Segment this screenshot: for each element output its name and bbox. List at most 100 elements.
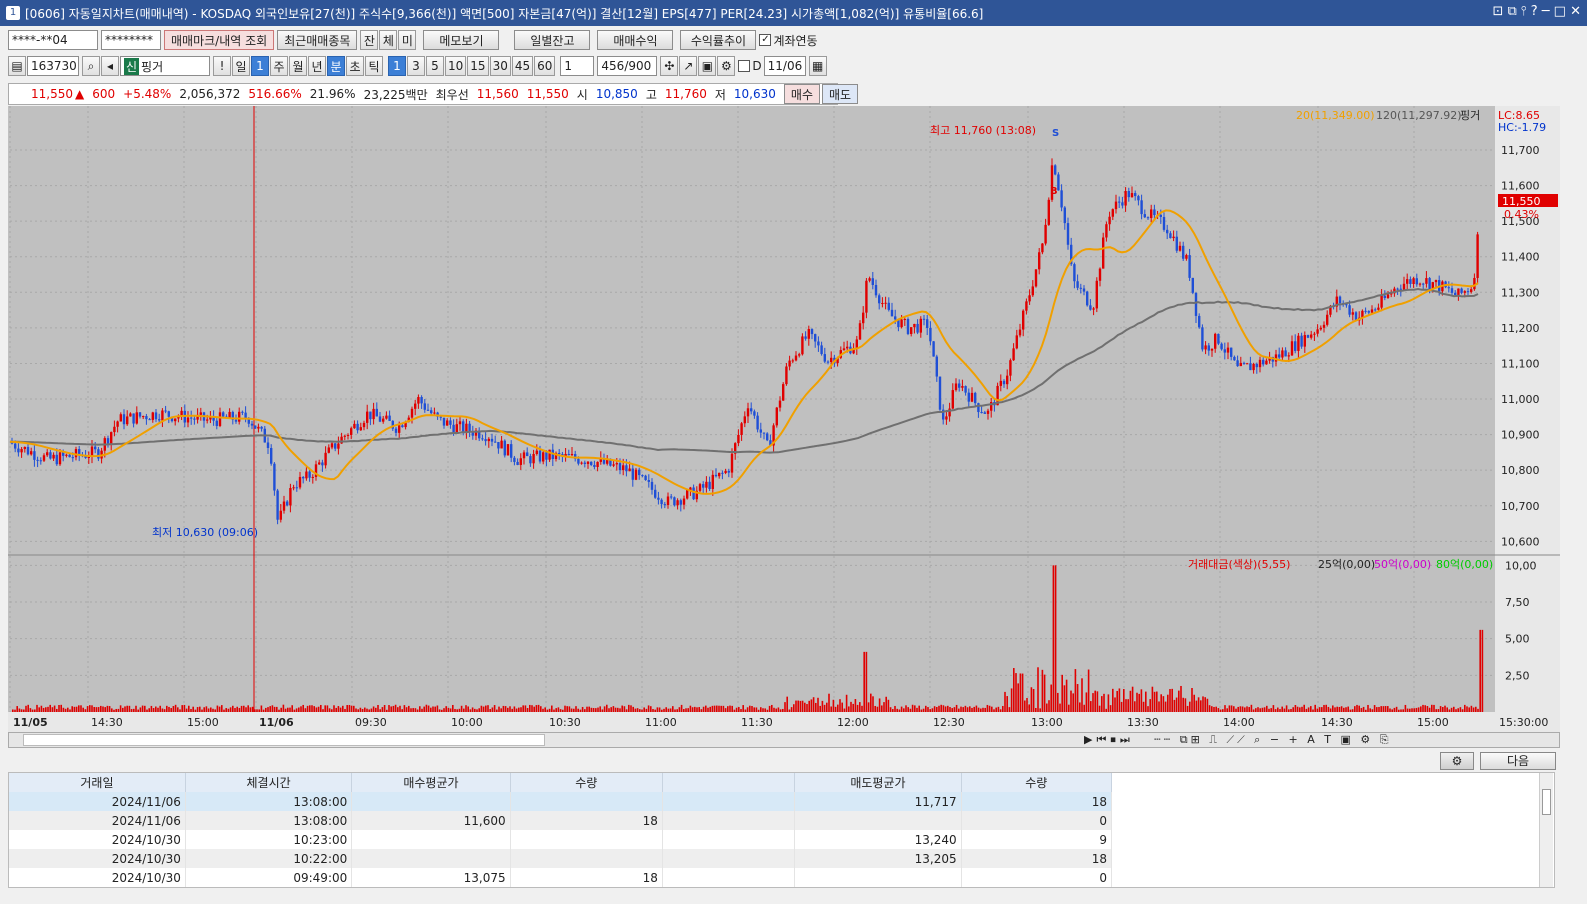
period-tick[interactable]: 틱 — [365, 56, 383, 76]
gear-icon[interactable]: ⚙ — [717, 56, 736, 76]
interval-45[interactable]: 45 — [511, 56, 534, 76]
volume-bar — [1180, 685, 1182, 712]
search-icon[interactable]: ⌕ — [82, 56, 100, 76]
password-input[interactable]: ******** — [101, 30, 161, 50]
column-header[interactable] — [662, 773, 796, 792]
alert-icon[interactable]: ! — [213, 56, 231, 76]
volume-bar — [896, 708, 898, 712]
tab-balance[interactable]: 잔 — [360, 30, 379, 50]
column-header[interactable]: 수량 — [961, 773, 1113, 792]
period-second[interactable]: 초 — [346, 56, 364, 76]
candle-body — [1262, 359, 1265, 365]
account-select[interactable]: ****-**04 — [8, 30, 98, 50]
candle-body — [174, 418, 177, 422]
volume-bar — [412, 708, 414, 712]
custom-interval-input[interactable]: 1 — [560, 56, 595, 76]
volume-bar — [185, 708, 188, 712]
memo-button[interactable]: 메모보기 — [423, 30, 500, 50]
buy-button[interactable]: 매수 — [783, 84, 820, 104]
column-header[interactable]: 매수평균가 — [351, 773, 511, 792]
column-header[interactable]: 매도평균가 — [794, 773, 962, 792]
calendar-icon[interactable]: ▦ — [808, 56, 827, 76]
volume-bar — [993, 709, 995, 712]
volume-bar — [775, 708, 777, 712]
playback-controls-icon[interactable]: ▶⏮⏹⏭ — [1084, 733, 1134, 747]
candle-body — [334, 443, 337, 449]
candle-body — [890, 309, 894, 317]
trade-mark-query-button[interactable]: 매매마크/내역 조회 — [164, 30, 275, 50]
column-header[interactable]: 체결시간 — [185, 773, 353, 792]
interval-60[interactable]: 60 — [534, 56, 556, 76]
table-row[interactable]: 2024/10/30 09:49:00 13,075 18 0 — [9, 868, 1113, 887]
sell-button[interactable]: 매도 — [822, 84, 859, 104]
volume-bar — [1250, 704, 1253, 712]
interval-3[interactable]: 3 — [407, 56, 425, 76]
account-link-checkbox[interactable]: ✓ 계좌연동 — [759, 32, 818, 49]
interval-15[interactable]: 15 — [467, 56, 489, 76]
scroll-thumb[interactable] — [23, 734, 545, 746]
table-row[interactable]: 2024/11/06 13:08:00 11,717 18 — [9, 792, 1113, 811]
column-header[interactable]: 거래일 — [9, 773, 186, 792]
volume-bar — [691, 707, 694, 712]
save-icon[interactable]: ▣ — [698, 56, 717, 76]
bar-count-field[interactable]: 456/900 — [597, 56, 658, 76]
candle-body — [577, 458, 580, 464]
period-week[interactable]: 주 — [270, 56, 288, 76]
tab-unexecuted[interactable]: 미 — [398, 30, 417, 50]
recent-trades-button[interactable]: 최근매매종목 — [277, 30, 358, 50]
period-month[interactable]: 월 — [289, 56, 307, 76]
next-button[interactable]: 다음 — [1480, 752, 1556, 770]
settings-gear-icon[interactable]: ⚙ — [1440, 752, 1474, 770]
stock-code-input[interactable]: 163730 — [27, 56, 79, 76]
return-trend-button[interactable]: 수익률추이 — [680, 30, 757, 50]
speaker-icon[interactable]: ◂ — [101, 56, 119, 76]
volume-bar — [1382, 706, 1385, 712]
stock-name-field[interactable]: 신 핑거 — [120, 56, 210, 76]
trade-profit-button[interactable]: 매매수익 — [597, 30, 674, 50]
volume-bar — [423, 706, 425, 712]
drawing-icon[interactable]: ↗ — [679, 56, 698, 76]
volume-bar — [1321, 707, 1323, 712]
volume-bar — [1184, 698, 1187, 712]
time-tick-label: 10:30 — [549, 716, 581, 729]
volume-bar — [645, 708, 648, 712]
interval-1[interactable]: 1 — [388, 56, 406, 76]
date-input[interactable]: 11/06 — [763, 56, 806, 76]
candle-body — [964, 386, 967, 393]
volume-bar — [685, 708, 687, 712]
table-scrollbar[interactable] — [1539, 773, 1553, 887]
period-year[interactable]: 년 — [308, 56, 326, 76]
volume-bar — [834, 706, 837, 712]
table-row[interactable]: 2024/11/06 13:08:00 11,600 18 0 — [9, 811, 1113, 830]
chart-scrollbar[interactable]: ▶⏮⏹⏭ ┄┄ ⧉⊞ ⎍ ⟋⟋ ⌕ − + A T ▣ ⚙ ⎘ — [8, 732, 1560, 748]
window-controls[interactable]: ⊡ ⧉ ⫯ ? ─ □ ✕ — [1492, 4, 1581, 19]
candle-body — [266, 442, 270, 448]
drawing-tools-icon[interactable]: ┄┄ ⧉⊞ ⎍ ⟋⟋ ⌕ − + A T ▣ ⚙ ⎘ — [1154, 733, 1392, 747]
period-minute[interactable]: 분 — [327, 56, 345, 76]
volume-bar — [863, 651, 865, 712]
screen-icon[interactable]: ▤ — [8, 56, 26, 76]
volume-bar — [113, 709, 115, 712]
interval-5[interactable]: 5 — [426, 56, 444, 76]
candle-body — [1191, 277, 1194, 293]
candle-body — [356, 423, 359, 431]
interval-30[interactable]: 30 — [489, 56, 511, 76]
volume-bar — [172, 706, 175, 712]
volume-bar — [797, 700, 799, 712]
table-row[interactable]: 2024/10/30 10:23:00 13,240 9 — [9, 830, 1113, 849]
indicator-icon[interactable]: ✣ — [660, 56, 679, 76]
column-header[interactable]: 수량 — [510, 773, 663, 792]
volume-bar — [69, 709, 71, 712]
table-row[interactable]: 2024/10/30 10:22:00 13,205 18 — [9, 849, 1113, 868]
volume-bar — [1002, 705, 1004, 712]
date-checkbox[interactable] — [738, 60, 751, 72]
daily-balance-button[interactable]: 일별잔고 — [514, 30, 591, 50]
volume-bar — [933, 706, 936, 712]
candle-body — [1380, 295, 1383, 308]
period-day-count[interactable]: 1 — [251, 56, 269, 76]
tab-executed[interactable]: 체 — [379, 30, 398, 50]
period-day[interactable]: 일 — [232, 56, 250, 76]
volume-bar — [229, 707, 232, 712]
interval-10[interactable]: 10 — [445, 56, 467, 76]
price-chart[interactable]: 11,70011,60011,50011,40011,30011,20011,1… — [8, 106, 1560, 732]
